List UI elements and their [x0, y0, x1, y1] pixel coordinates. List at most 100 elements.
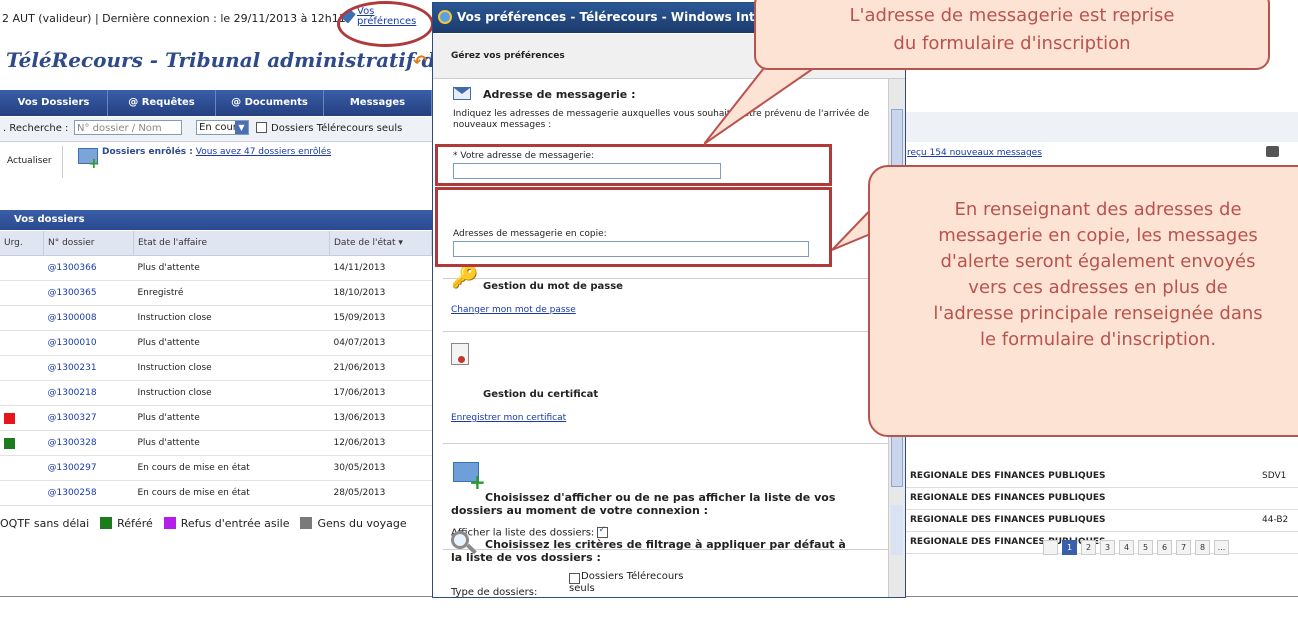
show-list-checkbox[interactable]: [597, 525, 609, 538]
dossier-number-link[interactable]: @1300366: [43, 255, 134, 281]
dossier-state: Plus d'attente: [133, 405, 330, 431]
callout-side-line: En renseignant des adresses de: [954, 199, 1242, 220]
pagination: 1 2 3 4 5 6 7 8...: [1043, 540, 1229, 555]
urgence-cell: [0, 405, 44, 431]
urgence-cell: [0, 380, 44, 406]
legend-swatch: [300, 517, 313, 529]
dossier-number-link[interactable]: @1300008: [43, 305, 134, 331]
table-row[interactable]: @1300365 Enregistré 18/10/2013: [0, 280, 432, 306]
window-title: Vos préférences - Télérecours - Windows …: [457, 10, 786, 24]
key-icon: 🔑: [451, 265, 479, 290]
back-arrow-icon[interactable]: ↶: [413, 52, 427, 72]
section-divider: [443, 331, 888, 332]
urgence-cell: [0, 480, 44, 506]
dossier-state: Enregistré: [133, 280, 330, 306]
printer-icon[interactable]: [1266, 146, 1279, 157]
table-row[interactable]: @1300010 Plus d'attente 04/07/2013: [0, 330, 432, 356]
telerecours-only-checkbox[interactable]: [256, 122, 267, 133]
register-certificate-link[interactable]: Enregistrer mon certificat: [451, 413, 566, 423]
pager-prev[interactable]: [1043, 540, 1058, 555]
dossier-state: Instruction close: [133, 380, 330, 406]
table-row[interactable]: @1300008 Instruction close 15/09/2013: [0, 305, 432, 331]
change-password-link[interactable]: Changer mon mot de passe: [451, 305, 576, 315]
dossier-number-link[interactable]: @1300010: [43, 330, 134, 356]
right-row-text: REGIONALE DES FINANCES PUBLIQUES: [910, 471, 1106, 481]
table-row[interactable]: @1300231 Instruction close 21/06/2013: [0, 355, 432, 381]
pager-page[interactable]: 3: [1100, 540, 1115, 555]
callout-side-line: vers ces adresses en plus de: [968, 277, 1228, 298]
messages-link[interactable]: reçu 154 nouveaux messages: [907, 148, 1042, 158]
col-urgence[interactable]: Urg.: [0, 231, 44, 256]
type-option-1: Dossiers Télérecours: [581, 571, 684, 582]
pager-page[interactable]: 8: [1195, 540, 1210, 555]
filter-title-1: Choisissez les critères de filtrage à ap…: [485, 538, 846, 551]
dossier-number-link[interactable]: @1300328: [43, 430, 134, 456]
telerecours-only-label: Dossiers Télérecours seuls: [271, 123, 403, 134]
urgence-cell: [0, 355, 44, 381]
enrolled-info: Dossiers enrôlés : Vous avez 47 dossiers…: [102, 147, 331, 157]
dossier-date: 12/06/2013: [329, 430, 432, 456]
dossier-date: 18/10/2013: [329, 280, 432, 306]
nav-messages[interactable]: Messages: [324, 90, 432, 116]
search-input[interactable]: N° dossier / Nom: [74, 120, 182, 135]
chevron-down-icon: ▼: [235, 121, 248, 134]
dossier-state: Plus d'attente: [133, 255, 330, 281]
right-row[interactable]: REGIONALE DES FINANCES PUBLIQUES: [905, 487, 1298, 510]
dossier-date: 15/09/2013: [329, 305, 432, 331]
user-info: 2 AUT (valideur) | Dernière connexion : …: [2, 12, 346, 25]
table-row[interactable]: @1300218 Instruction close 17/06/2013: [0, 380, 432, 406]
pager-page[interactable]: 5: [1138, 540, 1153, 555]
right-row-code: SDV1: [1262, 471, 1287, 481]
ie-icon: [438, 10, 452, 24]
dossier-number-link[interactable]: @1300327: [43, 405, 134, 431]
pager-page[interactable]: 4: [1119, 540, 1134, 555]
pager-page[interactable]: 1: [1062, 540, 1077, 555]
dossier-number-link[interactable]: @1300258: [43, 480, 134, 506]
refresh-button[interactable]: Actualiser: [7, 156, 52, 166]
legend: OQTF sans délai Référé Refus d'entrée asil…: [0, 514, 432, 532]
status-select[interactable]: En cours ▼: [196, 120, 249, 135]
section-divider: [443, 278, 888, 279]
col-date[interactable]: Date de l'état ▾: [329, 231, 432, 256]
col-etat[interactable]: Etat de l'affaire: [133, 231, 330, 256]
table-header-row: Urg. N° dossier Etat de l'affaire Date d…: [0, 231, 432, 256]
highlight-ellipse: [337, 1, 434, 47]
preferences-window: Vos préférences - Télérecours - Windows …: [432, 2, 906, 598]
dossier-number-link[interactable]: @1300297: [43, 455, 134, 481]
table-row[interactable]: @1300327 Plus d'attente 13/06/2013: [0, 405, 432, 431]
col-numero[interactable]: N° dossier: [43, 231, 134, 256]
callout-side-line: messagerie en copie, les messages: [938, 225, 1258, 246]
dossiers-table: Urg. N° dossier Etat de l'affaire Date d…: [0, 231, 432, 506]
pager-page[interactable]: 2: [1081, 540, 1096, 555]
pager-page[interactable]: 6: [1157, 540, 1172, 555]
enrolled-label: Dossiers enrôlés :: [102, 147, 193, 157]
table-row[interactable]: @1300297 En cours de mise en état 30/05/20…: [0, 455, 432, 481]
dossier-number-link[interactable]: @1300218: [43, 380, 134, 406]
nav-documents[interactable]: @ Documents: [216, 90, 324, 116]
legend-swatch: [163, 517, 176, 529]
pager-page[interactable]: 7: [1176, 540, 1191, 555]
right-row[interactable]: REGIONALE DES FINANCES PUBLIQUES SDV1: [905, 465, 1298, 488]
table-row[interactable]: @1300258 En cours de mise en état 28/05/20…: [0, 480, 432, 506]
table-row[interactable]: @1300328 Plus d'attente 12/06/2013: [0, 430, 432, 456]
legend-swatch: [100, 517, 113, 529]
right-toolbar: [905, 112, 1298, 142]
urgence-cell: [0, 330, 44, 356]
callout-top-tail: [704, 67, 818, 145]
pager-page[interactable]: ...: [1214, 540, 1229, 555]
dossier-date: 14/11/2013: [329, 255, 432, 281]
table-row[interactable]: @1300366 Plus d'attente 14/11/2013: [0, 255, 432, 281]
main-nav: Vos Dossiers @ Requêtes @ Documents Mess…: [0, 90, 432, 116]
right-row-code: 44-B2: [1262, 515, 1289, 525]
urgency-flag: [4, 412, 15, 424]
nav-requetes[interactable]: @ Requêtes: [108, 90, 216, 116]
urgence-cell: [0, 430, 44, 456]
dossier-number-link[interactable]: @1300231: [43, 355, 134, 381]
right-row[interactable]: REGIONALE DES FINANCES PUBLIQUES 44-B2: [905, 509, 1298, 532]
right-row-text: REGIONALE DES FINANCES PUBLIQUES: [910, 515, 1106, 525]
enrolled-link[interactable]: Vous avez 47 dossiers enrôlés: [196, 147, 331, 157]
urgency-flag: [4, 437, 15, 449]
dossier-number-link[interactable]: @1300365: [43, 280, 134, 306]
nav-vos-dossiers[interactable]: Vos Dossiers: [0, 90, 108, 116]
dossier-date: 21/06/2013: [329, 355, 432, 381]
